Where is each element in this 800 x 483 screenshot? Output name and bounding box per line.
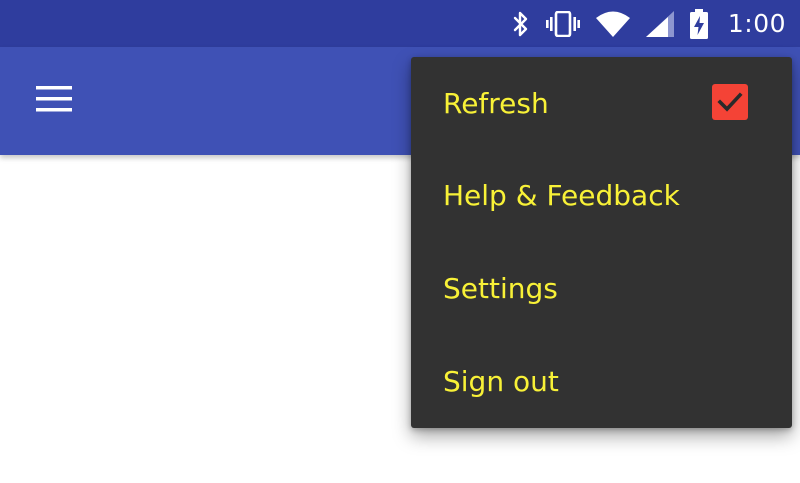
menu-item-label: Settings	[443, 272, 558, 305]
menu-item-label: Sign out	[443, 365, 559, 398]
screen: 1:00 Refresh Help & Feedback Settings Si…	[0, 0, 800, 483]
menu-item-help-feedback[interactable]: Help & Feedback	[411, 149, 792, 242]
battery-charging-icon	[689, 8, 708, 39]
wifi-icon	[595, 11, 630, 37]
overflow-menu: Refresh Help & Feedback Settings Sign ou…	[411, 57, 792, 428]
menu-item-sign-out[interactable]: Sign out	[411, 335, 792, 428]
menu-item-label: Refresh	[443, 86, 549, 120]
bluetooth-icon	[512, 11, 530, 37]
menu-item-refresh[interactable]: Refresh	[411, 57, 792, 149]
status-time: 1:00	[727, 9, 786, 38]
refresh-checkbox[interactable]	[712, 84, 748, 120]
status-icons: 1:00	[512, 0, 786, 47]
navigation-menu-button[interactable]	[30, 80, 78, 122]
vibrate-icon	[545, 10, 580, 37]
checkmark-icon	[717, 92, 743, 112]
status-bar: 1:00	[0, 0, 800, 47]
signal-icon	[645, 10, 674, 37]
menu-item-label: Help & Feedback	[443, 179, 680, 212]
hamburger-menu-icon	[36, 86, 72, 116]
menu-item-settings[interactable]: Settings	[411, 242, 792, 335]
